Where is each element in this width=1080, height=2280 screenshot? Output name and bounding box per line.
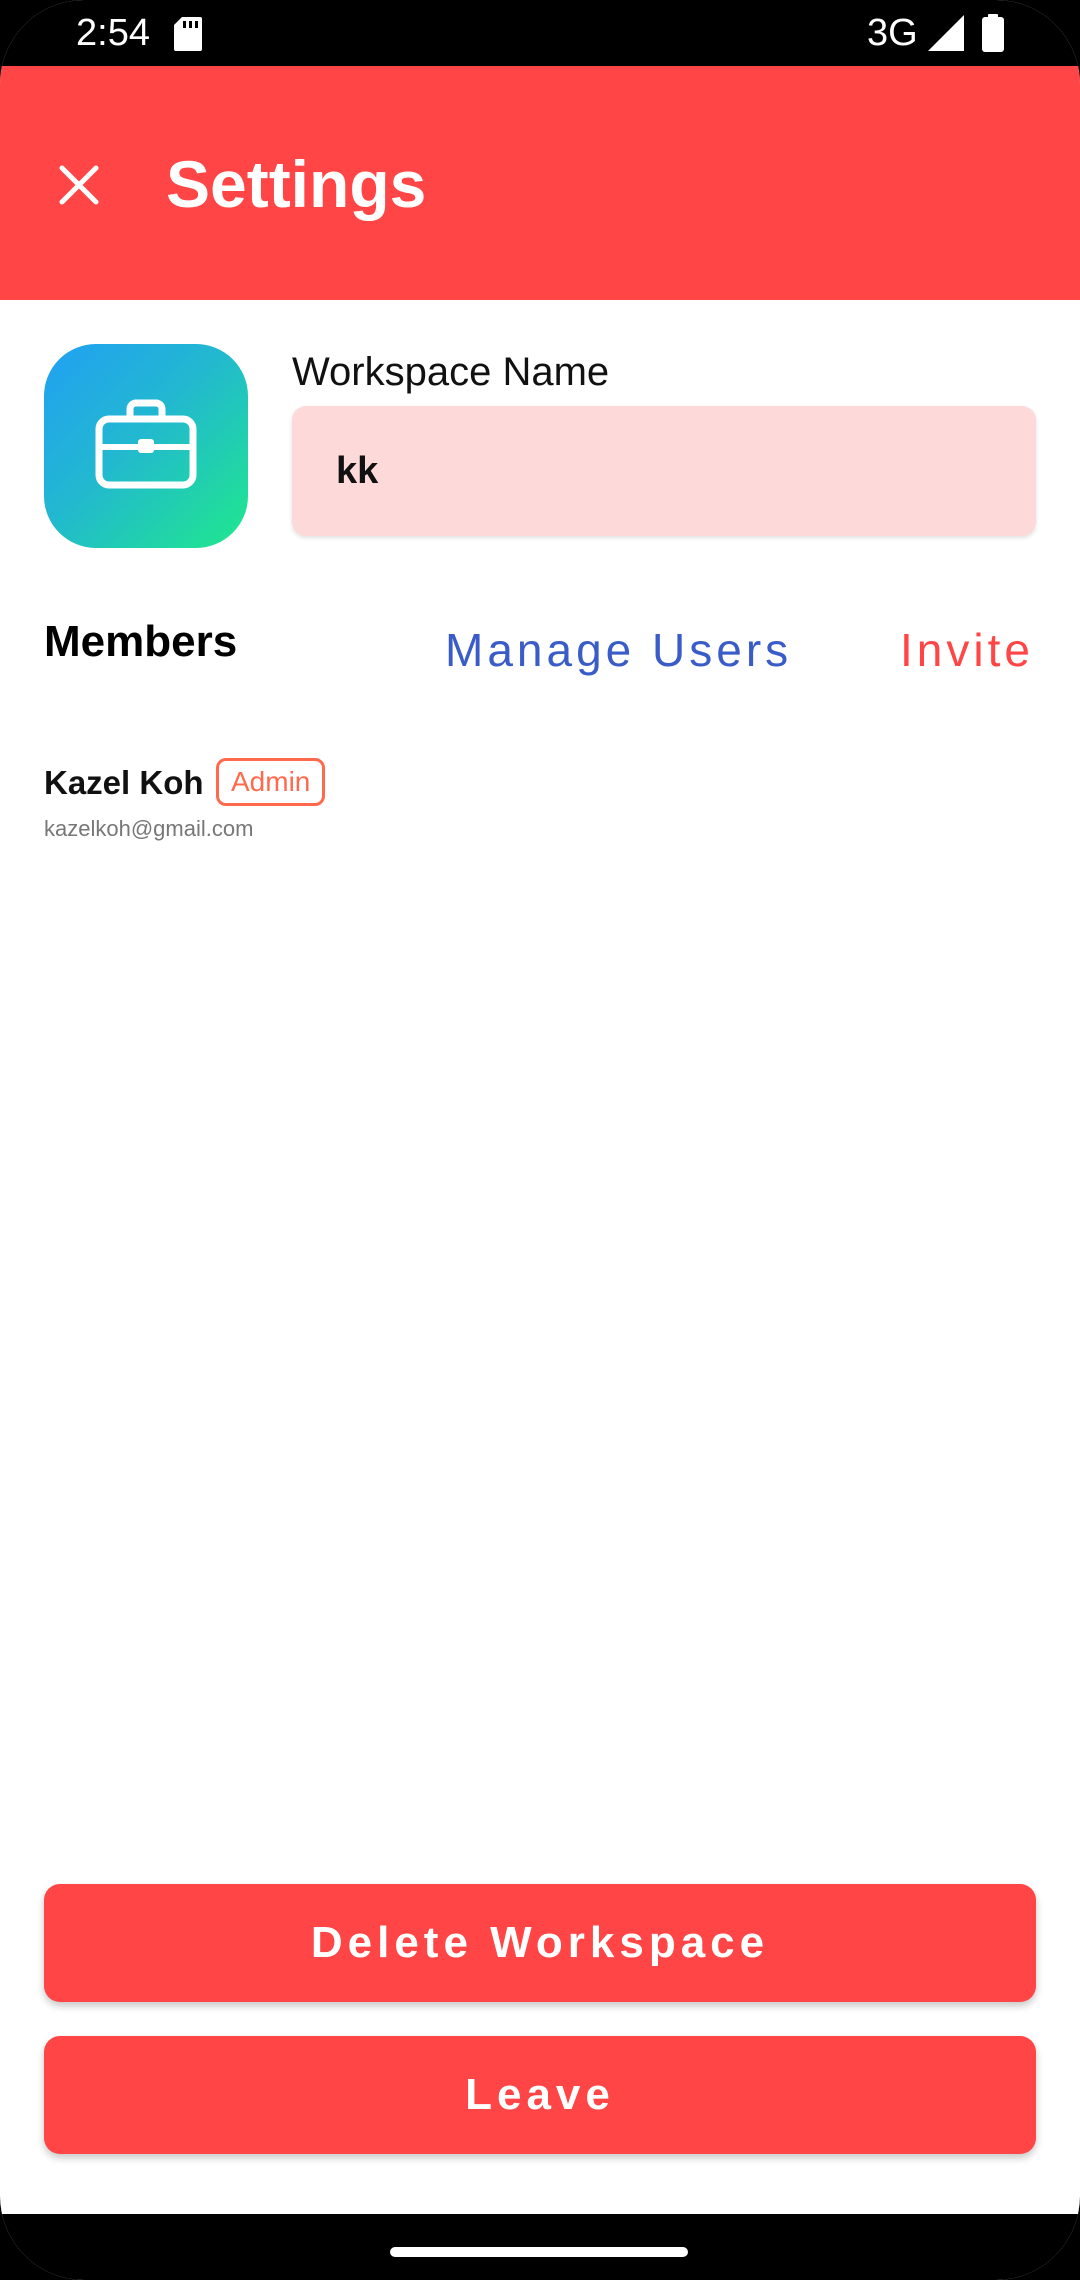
cellular-signal-icon [928,15,964,51]
briefcase-icon [94,397,198,496]
battery-full-icon [982,14,1004,52]
network-type: 3G [867,12,918,54]
status-time: 2:54 [76,12,150,54]
members-heading: Members [44,617,238,666]
navigation-bar [0,2214,1080,2280]
member-list-item[interactable]: Kazel Koh Admin kazelkoh@gmail.com [44,752,1036,848]
member-email: kazelkoh@gmail.com [44,816,254,841]
close-button[interactable] [44,152,114,222]
workspace-name-label: Workspace Name [292,350,610,394]
workspace-name-input[interactable] [292,406,1036,536]
app-screen: 2:54 3G Settings Workspace Name kk Membe… [0,0,1080,2280]
home-indicator[interactable] [390,2247,688,2257]
close-icon [56,162,102,213]
page-title: Settings [166,147,427,221]
app-bar: Settings [0,66,1080,300]
leave-button[interactable]: Leave [44,2036,1036,2154]
sd-card-icon [174,17,202,51]
invite-button[interactable]: Invite [900,622,1034,678]
delete-workspace-button[interactable]: Delete Workspace [44,1884,1036,2002]
role-badge: Admin [216,758,326,806]
status-bar: 2:54 3G [0,0,1080,66]
workspace-avatar[interactable] [44,344,248,548]
member-name: Kazel Koh [44,764,204,801]
manage-users-button[interactable]: Manage Users [445,622,792,678]
